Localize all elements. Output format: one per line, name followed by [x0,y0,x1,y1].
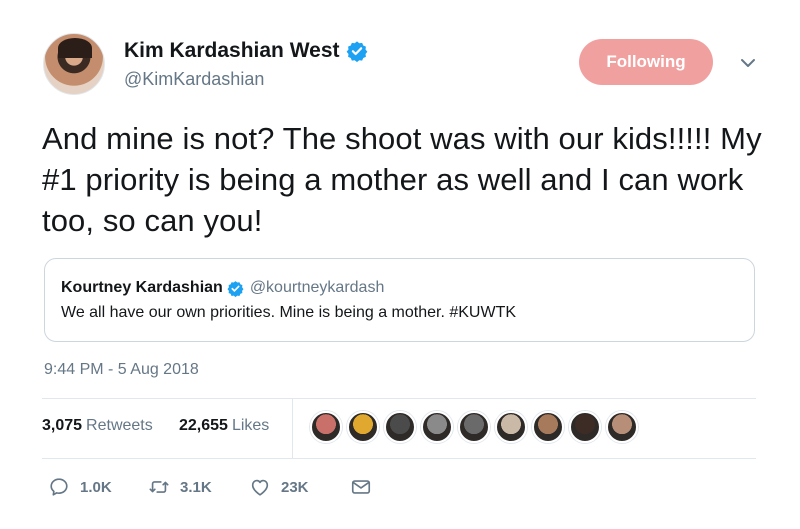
liker-facepile [310,411,643,443]
retweet-button[interactable]: 3.1K [148,476,212,498]
liker-avatar[interactable] [458,411,490,443]
envelope-icon [351,480,371,494]
author-avatar[interactable] [43,33,105,95]
liker-avatar[interactable] [569,411,601,443]
quoted-tweet-header: Kourtney Kardashian @kourtneykardash [61,279,384,297]
verified-badge-icon [346,41,367,62]
divider [42,458,756,459]
author-display-name[interactable]: Kim Kardashian West [124,39,340,63]
verified-badge-icon [227,280,244,297]
tweet-text: And mine is not? The shoot was with our … [42,121,762,238]
liker-avatar[interactable] [606,411,638,443]
liker-avatar[interactable] [532,411,564,443]
author-name-row: Kim Kardashian West [124,39,368,63]
heart-icon [251,479,269,496]
quoted-author-name: Kourtney Kardashian [61,279,223,296]
quoted-tweet[interactable]: Kourtney Kardashian @kourtneykardash We … [44,258,755,342]
direct-message-button[interactable] [350,476,372,498]
retweets-stat[interactable]: 3,075 Retweets [42,417,153,435]
like-count: 23K [281,478,309,496]
stats-separator [292,399,293,458]
quoted-author-handle: @kourtneykardash [249,279,385,296]
tweet-header: Kim Kardashian West @KimKardashian Follo… [43,33,763,97]
author-handle[interactable]: @KimKardashian [124,69,264,90]
retweets-count: 3,075 [42,417,83,434]
reply-count: 1.0K [80,478,112,496]
like-button[interactable]: 23K [249,476,309,498]
tweet-stats: 3,075 Retweets 22,655 Likes [42,399,756,458]
following-button[interactable]: Following [579,39,713,85]
likes-label: Likes [231,417,270,434]
reply-button[interactable]: 1.0K [48,476,112,498]
retweet-count: 3.1K [180,478,212,496]
liker-avatar[interactable] [310,411,342,443]
tweet-timestamp[interactable]: 9:44 PM - 5 Aug 2018 [44,361,199,379]
likes-stat[interactable]: 22,655 Likes [179,417,269,435]
retweets-label: Retweets [86,417,153,434]
likes-count: 22,655 [179,417,228,434]
reply-icon [50,478,68,496]
retweet-icon [149,481,169,493]
liker-avatar[interactable] [421,411,453,443]
liker-avatar[interactable] [347,411,379,443]
chevron-down-icon[interactable] [738,53,758,73]
quoted-tweet-text: We all have our own priorities. Mine is … [61,304,517,321]
liker-avatar[interactable] [495,411,527,443]
liker-avatar[interactable] [384,411,416,443]
tweet-actions: 1.0K 3.1K 23K [42,470,442,506]
